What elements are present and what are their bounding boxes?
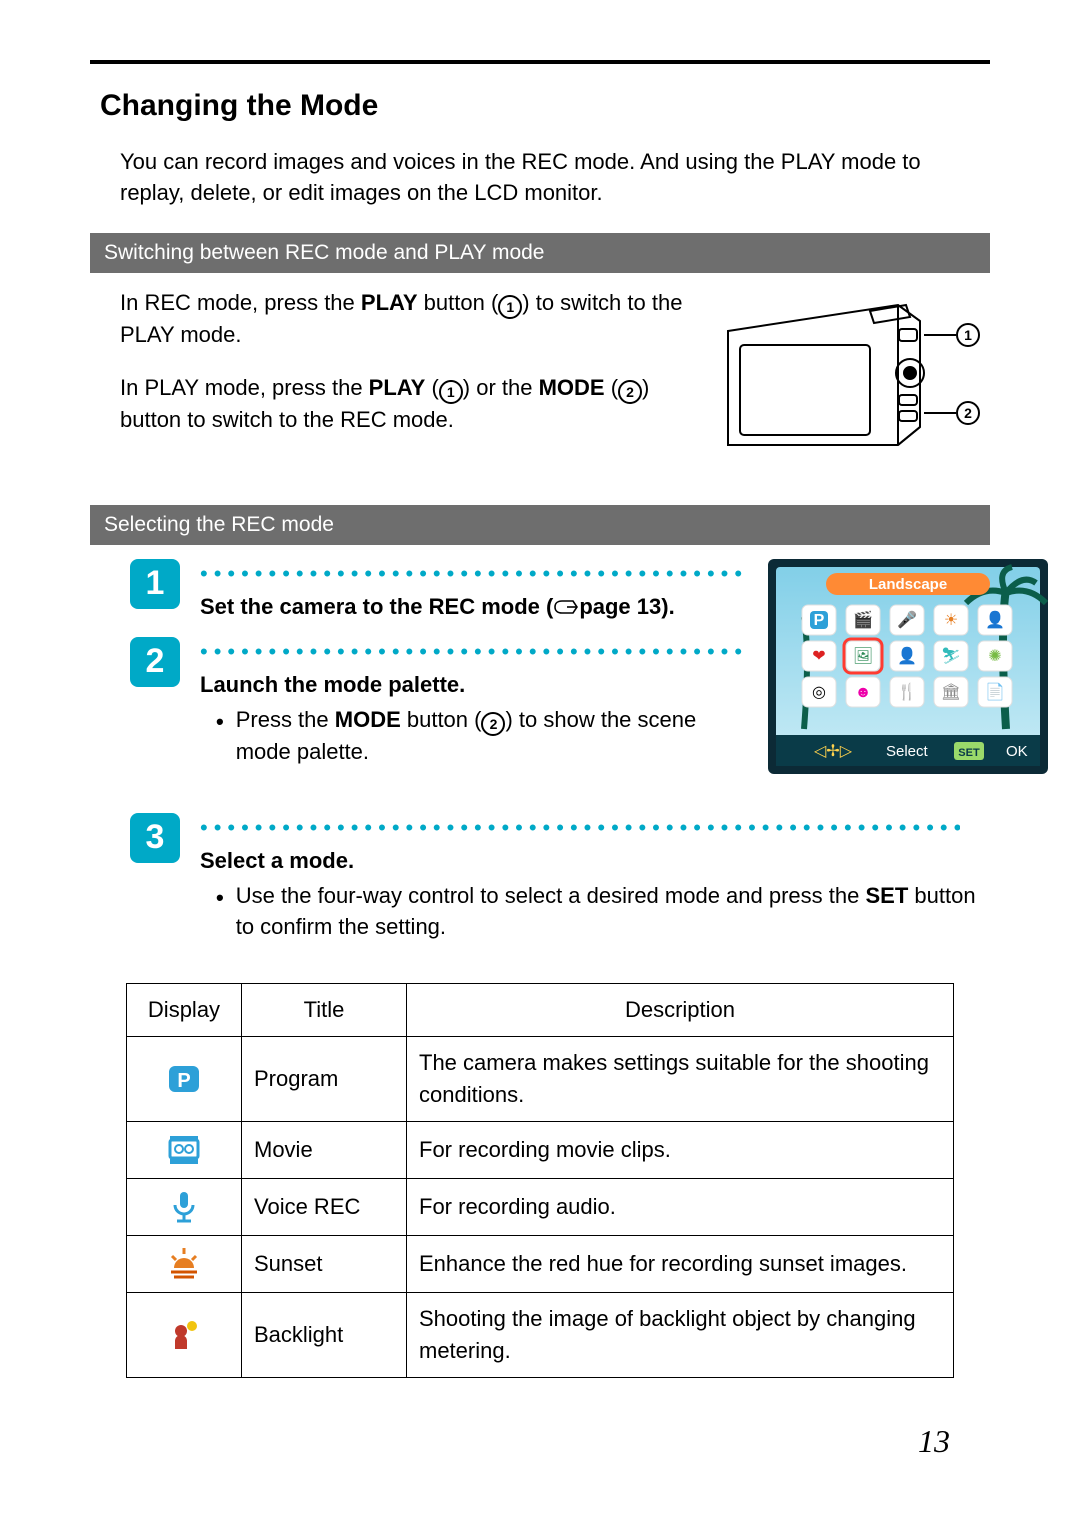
pointing-hand-icon: [553, 593, 579, 625]
svg-text:☀: ☀: [944, 612, 958, 629]
callout-2-icon: 2: [618, 380, 642, 404]
svg-text:P: P: [177, 1070, 190, 1092]
subhead-switching: Switching between REC mode and PLAY mode: [90, 233, 990, 272]
page-number: 13: [918, 1418, 950, 1464]
table-row-title: Sunset: [242, 1236, 407, 1293]
table-row-desc: The camera makes settings suitable for t…: [407, 1037, 954, 1122]
svg-text:🎤: 🎤: [897, 610, 917, 629]
program-icon: P: [127, 1037, 242, 1122]
svg-text:◁✢▷: ◁✢▷: [814, 743, 853, 760]
step-3-bullet: • Use the four-way control to select a d…: [216, 880, 990, 944]
table-row-desc: Shooting the image of backlight object b…: [407, 1293, 954, 1378]
step-3-title: Select a mode.: [200, 845, 990, 877]
dotted-divider: ••••••••••••••••••••••••••••••••••••••••: [200, 641, 748, 663]
step-2-title: Launch the mode palette.: [200, 669, 748, 701]
subhead-selecting: Selecting the REC mode: [90, 505, 990, 544]
svg-text:☻: ☻: [855, 684, 872, 701]
mode-table: Display Title Description P Program The …: [126, 983, 954, 1377]
table-row-title: Backlight: [242, 1293, 407, 1378]
switch-paragraph-1: In REC mode, press the PLAY button (1) t…: [120, 287, 690, 351]
col-display: Display: [127, 984, 242, 1037]
svg-text:⛷: ⛷: [941, 647, 961, 665]
step-2-bullet: • Press the MODE button (2) to show the …: [216, 704, 748, 768]
movie-icon: [127, 1122, 242, 1179]
callout-1-icon: 1: [439, 380, 463, 404]
table-row-desc: For recording audio.: [407, 1179, 954, 1236]
lcd-screenshot: Landscape: [768, 559, 1048, 783]
col-desc: Description: [407, 984, 954, 1037]
step-1-badge: 1: [130, 559, 180, 609]
svg-text:✺: ✺: [988, 648, 1001, 665]
backlight-icon: [127, 1293, 242, 1378]
callout-1-icon: 1: [498, 295, 522, 319]
table-row-title: Movie: [242, 1122, 407, 1179]
svg-text:🍴: 🍴: [897, 682, 917, 701]
svg-text:🖼: 🖼: [853, 647, 873, 665]
svg-text:🎬: 🎬: [853, 610, 873, 629]
switch-paragraph-2: In PLAY mode, press the PLAY (1) or the …: [120, 372, 690, 436]
camera-illustration: 1 2: [710, 287, 990, 476]
svg-text:P: P: [814, 612, 825, 629]
page-title: Changing the Mode: [100, 84, 990, 128]
step-1-title: Set the camera to the REC mode ( page 13…: [200, 591, 748, 623]
svg-text:🏛: 🏛: [941, 683, 961, 701]
dotted-divider: ••••••••••••••••••••••••••••••••••••••••…: [200, 817, 960, 839]
col-title: Title: [242, 984, 407, 1037]
svg-text:2: 2: [964, 405, 972, 421]
step-2-badge: 2: [130, 637, 180, 687]
step-3-badge: 3: [130, 813, 180, 863]
svg-text:👤: 👤: [985, 610, 1005, 629]
svg-text:Landscape: Landscape: [869, 576, 947, 593]
svg-text:📄: 📄: [985, 682, 1005, 701]
voice-rec-icon: [127, 1179, 242, 1236]
table-row-title: Program: [242, 1037, 407, 1122]
svg-text:◎: ◎: [812, 684, 826, 701]
table-row-desc: Enhance the red hue for recording sunset…: [407, 1236, 954, 1293]
sunset-icon: [127, 1236, 242, 1293]
dotted-divider: ••••••••••••••••••••••••••••••••••••••••: [200, 563, 748, 585]
table-row-desc: For recording movie clips.: [407, 1122, 954, 1179]
svg-text:❤: ❤: [812, 648, 825, 665]
svg-text:Select: Select: [886, 743, 929, 760]
table-row-title: Voice REC: [242, 1179, 407, 1236]
svg-text:SET: SET: [958, 747, 980, 759]
intro-text: You can record images and voices in the …: [120, 146, 940, 210]
svg-text:OK: OK: [1006, 743, 1028, 760]
svg-text:👤: 👤: [897, 646, 917, 665]
svg-text:1: 1: [964, 327, 972, 343]
